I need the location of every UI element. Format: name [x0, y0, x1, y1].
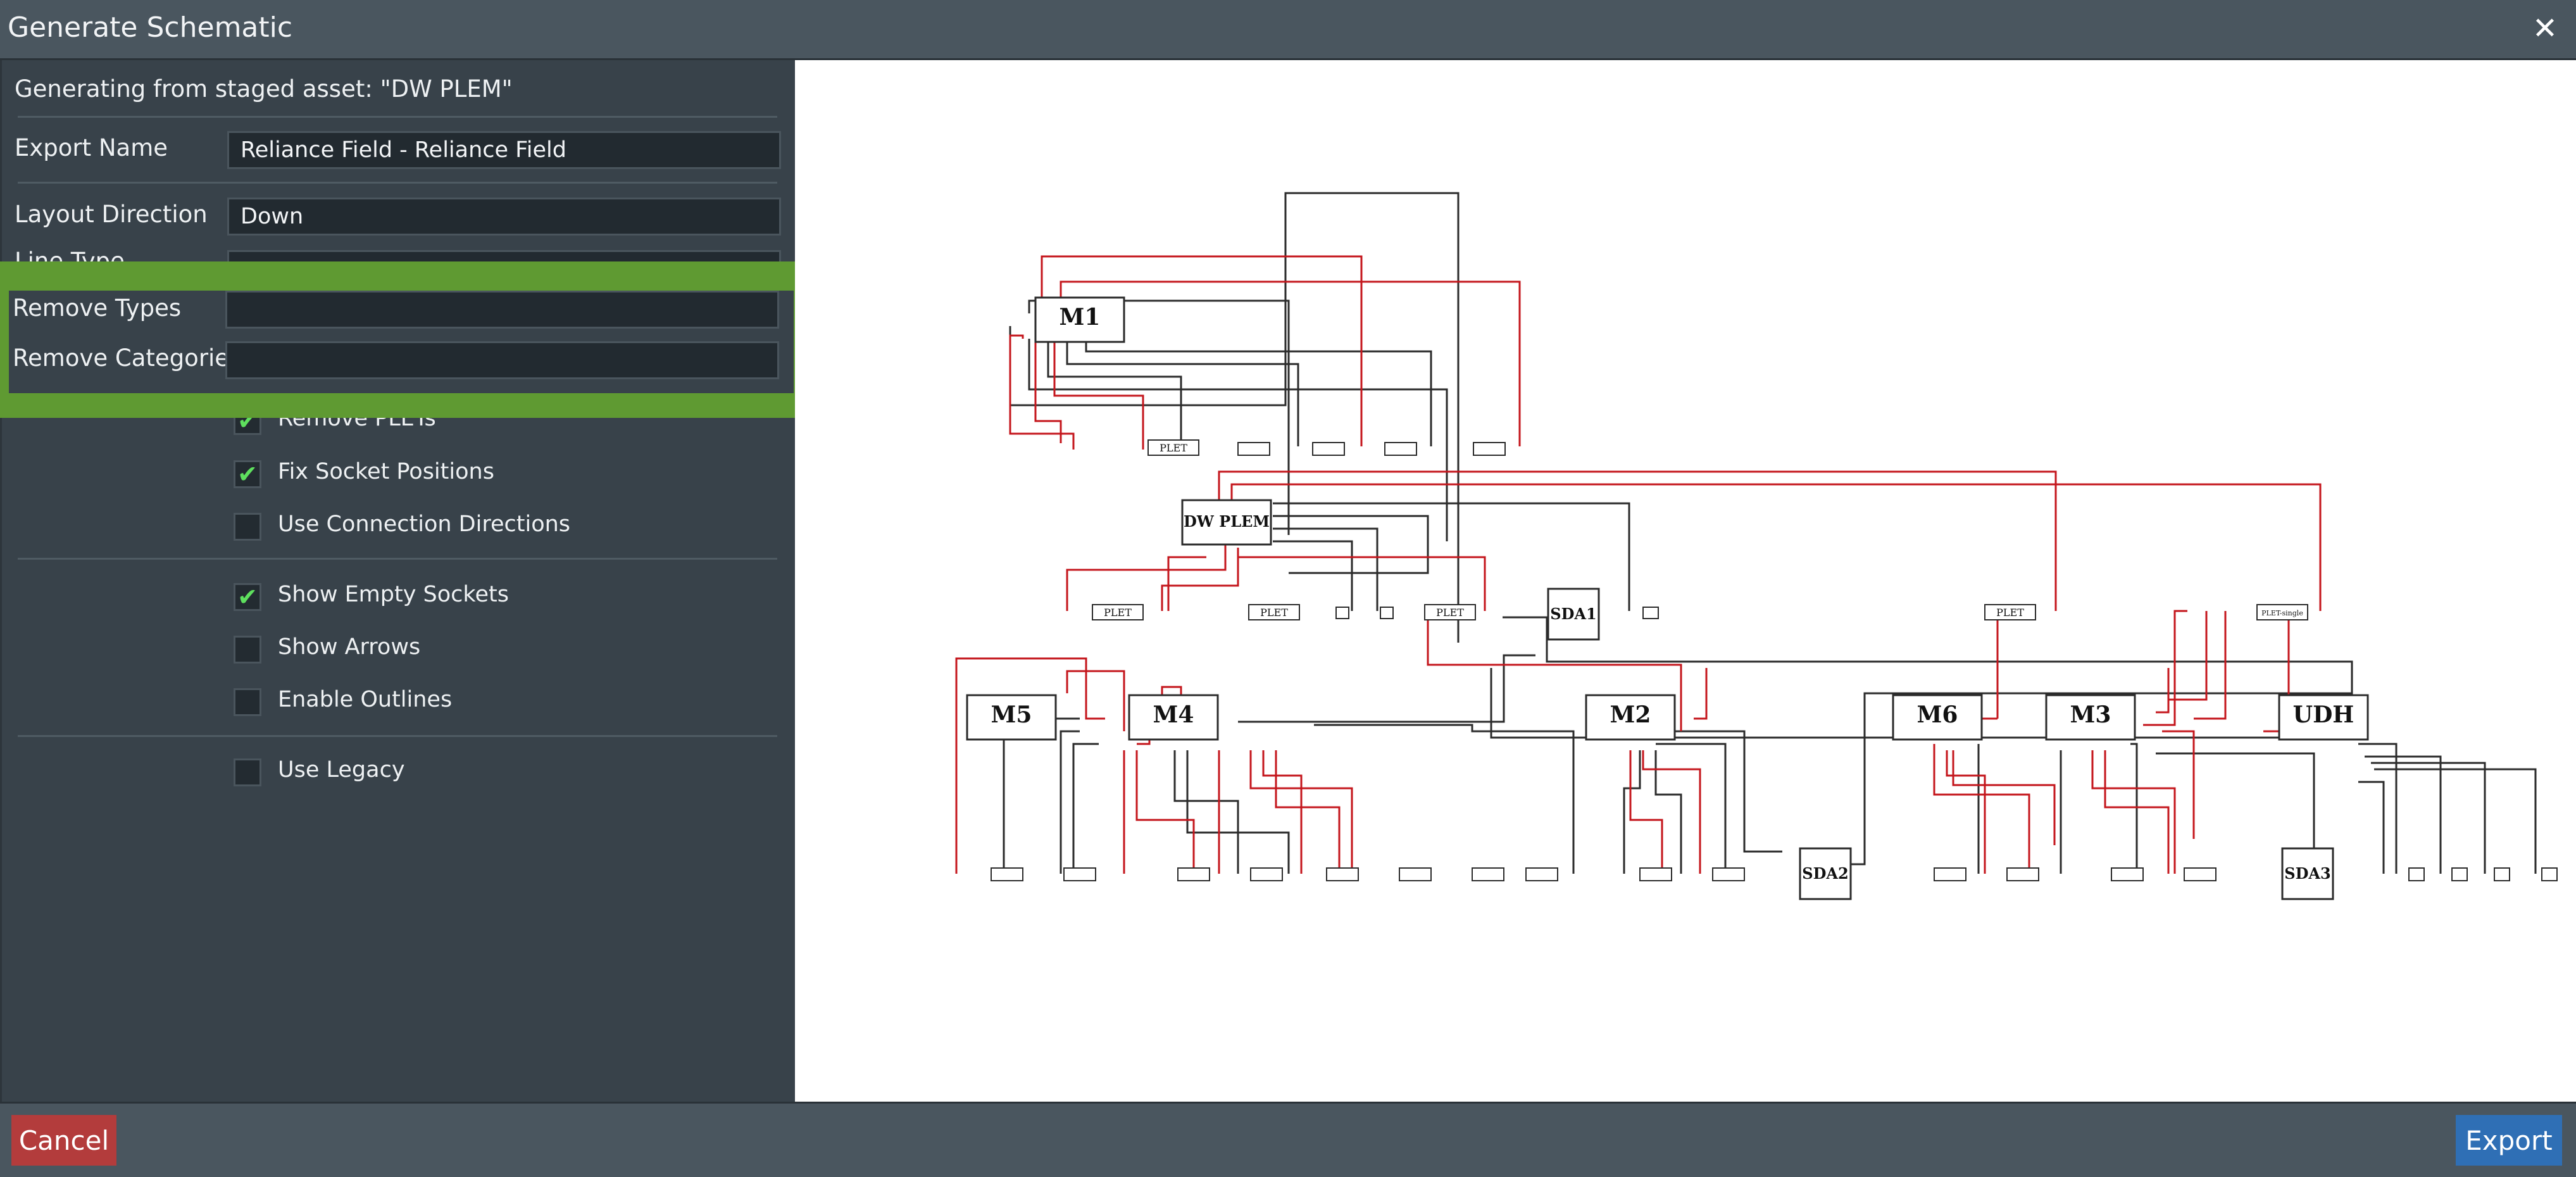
node-udh[interactable]: UDH	[2278, 694, 2369, 741]
checkbox-box[interactable]	[234, 513, 261, 541]
dialog-title: Generate Schematic	[8, 11, 293, 44]
remove-types-input[interactable]	[225, 291, 779, 329]
node-label: M2	[1610, 702, 1651, 728]
divider	[18, 116, 777, 118]
layout-direction-select[interactable]: Down	[227, 198, 781, 236]
checkbox-box[interactable]	[234, 758, 261, 786]
node-m5[interactable]: M5	[966, 694, 1057, 741]
checkbox-box[interactable]: ✔	[234, 460, 261, 488]
plet-box[interactable]: PLET	[1248, 604, 1300, 620]
source-asset-label: Generating from staged asset: "DW PLEM"	[15, 75, 513, 103]
node-sda2[interactable]: SDA2	[1799, 847, 1852, 900]
schematic-preview[interactable]: M1 DW PLEM SDA1 M5 M4 M2 M6 M3 UDH SDA2 …	[795, 60, 2576, 1102]
node-label: M3	[2070, 702, 2111, 728]
node-label: M4	[1153, 702, 1194, 728]
checkbox-box[interactable]: ✔	[234, 583, 261, 611]
plet-box[interactable]: PLET	[1984, 604, 2036, 620]
checkbox-label: Show Arrows	[278, 634, 421, 660]
svg-text:PLET: PLET	[1996, 607, 2024, 619]
remove-categories-input[interactable]	[225, 341, 779, 379]
checkbox-box[interactable]	[234, 688, 261, 716]
plet-box[interactable]: PLET	[1424, 604, 1476, 620]
node-sda1[interactable]: SDA1	[1547, 588, 1600, 641]
checkbox-label: Use Connection Directions	[278, 512, 571, 537]
svg-text:PLET: PLET	[1436, 607, 1464, 619]
export-name-label: Export Name	[15, 134, 168, 161]
checkbox-label: Enable Outlines	[278, 687, 453, 712]
svg-text:PLET: PLET	[1160, 442, 1187, 454]
node-label: SDA1	[1550, 605, 1596, 623]
bottom-bar: Cancel Export	[0, 1102, 2576, 1177]
node-label: UDH	[2293, 702, 2354, 728]
highlighted-filter-section: Remove Types Remove Categories	[0, 261, 818, 418]
export-name-input[interactable]	[227, 131, 781, 169]
title-bar: Generate Schematic ✕	[0, 0, 2576, 60]
divider	[18, 735, 777, 737]
checkbox-box[interactable]	[234, 636, 261, 664]
remove-categories-label: Remove Categories	[13, 344, 242, 372]
settings-panel: Generating from staged asset: "DW PLEM" …	[0, 60, 796, 1102]
node-label: M6	[1917, 702, 1958, 728]
svg-text:PLET: PLET	[1104, 607, 1132, 619]
node-m4[interactable]: M4	[1128, 694, 1219, 741]
node-label: SDA2	[1802, 864, 1848, 883]
layout-direction-label: Layout Direction	[15, 201, 208, 228]
filter-fields: Remove Types Remove Categories	[9, 291, 794, 393]
node-m6[interactable]: M6	[1892, 694, 1983, 741]
export-button[interactable]: Export	[2456, 1115, 2562, 1166]
node-label: DW PLEM	[1184, 512, 1270, 531]
svg-text:PLET-single: PLET-single	[2261, 609, 2303, 617]
node-label: SDA3	[2284, 864, 2330, 883]
divider	[18, 558, 777, 560]
close-icon[interactable]: ✕	[2528, 11, 2562, 46]
remove-types-label: Remove Types	[13, 294, 182, 322]
node-label: M5	[991, 702, 1032, 728]
checkbox-label: Use Legacy	[278, 757, 405, 783]
divider	[18, 182, 777, 184]
node-sda3[interactable]: SDA3	[2281, 847, 2334, 900]
checkbox-label: Show Empty Sockets	[278, 582, 509, 607]
svg-text:PLET: PLET	[1260, 607, 1288, 619]
node-label: M1	[1060, 304, 1101, 330]
node-m2[interactable]: M2	[1585, 694, 1676, 741]
checkbox-label: Fix Socket Positions	[278, 459, 494, 484]
node-dw-plem[interactable]: DW PLEM	[1181, 499, 1272, 546]
plet-box[interactable]: PLET	[1147, 439, 1199, 456]
plet-box[interactable]: PLET	[1092, 604, 1144, 620]
plet-single-box[interactable]: PLET-single	[2256, 604, 2308, 620]
node-m1[interactable]: M1	[1034, 296, 1125, 343]
node-m3[interactable]: M3	[2045, 694, 2136, 741]
cancel-button[interactable]: Cancel	[11, 1115, 116, 1166]
schematic-diagram: M1 DW PLEM SDA1 M5 M4 M2 M6 M3 UDH SDA2 …	[955, 192, 2558, 900]
